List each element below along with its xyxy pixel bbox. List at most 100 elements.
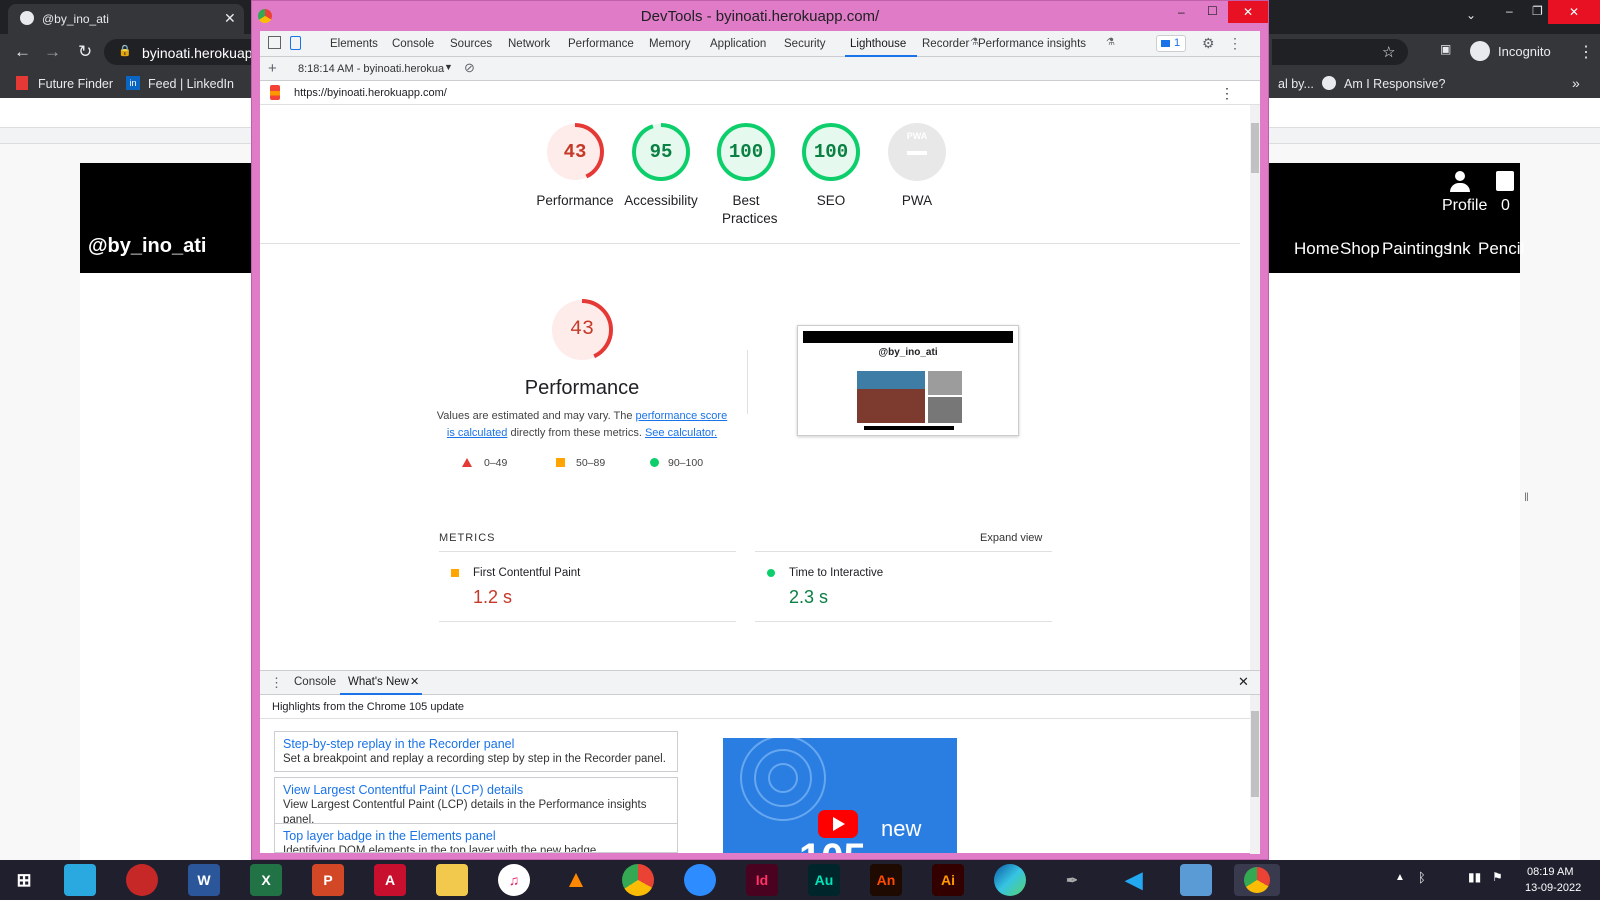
tab-lighthouse[interactable]: Lighthouse xyxy=(850,38,906,50)
close-tab-icon[interactable]: ✕ xyxy=(224,10,236,27)
tab-recorder[interactable]: Recorder xyxy=(922,38,969,50)
nav-paintings[interactable]: Paintings xyxy=(1382,239,1452,259)
bookmark-future-finder[interactable]: Future Finder xyxy=(38,77,113,91)
gauge-accessibility[interactable]: 95 xyxy=(631,122,691,182)
plus-icon[interactable]: + xyxy=(268,60,277,77)
clock-time[interactable]: 08:19 AM xyxy=(1527,866,1573,878)
taskbar-app-animate[interactable]: An xyxy=(870,864,902,896)
drawer-scrollbar-thumb[interactable] xyxy=(1251,711,1259,797)
star-icon[interactable]: ☆ xyxy=(1382,43,1395,61)
minimize-icon[interactable]: – xyxy=(1178,5,1185,19)
gear-icon[interactable]: ⚙ xyxy=(1202,35,1215,52)
drawer-menu-icon[interactable]: ⋮ xyxy=(270,675,283,691)
close-tab-icon[interactable]: ✕ xyxy=(410,675,419,688)
perf-score-link-2[interactable]: is calculated xyxy=(447,427,508,439)
tab-network[interactable]: Network xyxy=(508,38,550,50)
whats-new-card-1-title[interactable]: Step-by-step replay in the Recorder pane… xyxy=(283,736,669,752)
taskbar-app-explorer[interactable] xyxy=(436,864,468,896)
metric-fcp[interactable]: First Contentful Paint 1.2 s xyxy=(439,552,736,622)
tab-performance[interactable]: Performance xyxy=(568,38,634,50)
taskbar-app-edge[interactable] xyxy=(994,864,1026,896)
drawer-tab-console[interactable]: Console xyxy=(294,676,336,688)
gauge-performance[interactable]: 43 xyxy=(545,122,605,182)
whats-new-card-2-title[interactable]: View Largest Contentful Paint (LCP) deta… xyxy=(283,782,669,798)
clear-icon[interactable]: ⊘ xyxy=(464,60,475,76)
taskbar-app-zoom[interactable] xyxy=(684,864,716,896)
report-select[interactable]: 8:18:14 AM - byinoati.herokua xyxy=(298,63,444,75)
browser-tab[interactable]: @by_ino_ati ✕ xyxy=(8,4,244,34)
wifi-icon[interactable]: ▮▮ xyxy=(1468,870,1481,884)
clock-date[interactable]: 13-09-2022 xyxy=(1525,882,1581,894)
taskbar-app-acrobat[interactable]: A xyxy=(374,864,406,896)
tab-performance-insights[interactable]: Performance insights xyxy=(978,38,1086,50)
taskbar-app-illustrator[interactable]: Ai xyxy=(932,864,964,896)
taskbar-app-powerpoint[interactable]: P xyxy=(312,864,344,896)
see-calculator-link[interactable]: See calculator. xyxy=(645,427,717,439)
minimize-icon[interactable]: – xyxy=(1506,4,1513,18)
tray-chevron-icon[interactable]: ▲ xyxy=(1395,872,1405,883)
nav-shop[interactable]: Shop xyxy=(1340,239,1380,259)
maximize-icon[interactable]: ☐ xyxy=(1207,4,1218,18)
restore-icon[interactable]: ❐ xyxy=(1532,4,1543,18)
resize-grip-icon[interactable]: ‖ xyxy=(1524,490,1529,504)
play-button[interactable] xyxy=(818,810,858,838)
gauge-best-practices[interactable]: 100 xyxy=(716,122,776,182)
nav-ink[interactable]: Ink xyxy=(1448,239,1471,259)
address-bar-right[interactable]: ☆ xyxy=(1272,39,1408,65)
menu-icon[interactable]: ⋮ xyxy=(1578,42,1594,62)
final-screenshot[interactable]: @by_ino_ati xyxy=(797,325,1019,436)
bookmark-am-i-responsive[interactable]: Am I Responsive? xyxy=(1344,77,1445,91)
reload-icon[interactable]: ↻ xyxy=(78,42,92,62)
chevron-down-icon[interactable]: ⌄ xyxy=(1466,8,1476,22)
profile-icon[interactable] xyxy=(1450,171,1470,193)
site-brand[interactable]: @by_ino_ati xyxy=(88,235,206,258)
close-devtools-button[interactable]: ✕ xyxy=(1228,1,1268,23)
taskbar-app-word[interactable]: W xyxy=(188,864,220,896)
gauge-seo[interactable]: 100 xyxy=(801,122,861,182)
windows-start-icon[interactable]: ⊞ xyxy=(8,864,40,896)
tab-console[interactable]: Console xyxy=(392,38,434,50)
drawer-tab-whats-new[interactable]: What's New xyxy=(348,676,409,688)
taskbar-app-excel[interactable]: X xyxy=(250,864,282,896)
back-icon[interactable]: ← xyxy=(14,42,31,62)
bookmark-truncated[interactable]: al by... xyxy=(1278,77,1314,91)
taskbar-app-audition[interactable]: Au xyxy=(808,864,840,896)
bluetooth-icon[interactable]: ᛒ xyxy=(1418,870,1426,885)
taskbar-app-chrome-active[interactable] xyxy=(1234,864,1280,896)
address-bar[interactable]: 🔒 byinoati.herokuap xyxy=(104,39,253,65)
inspect-icon[interactable] xyxy=(268,36,281,49)
taskbar-app-vscode[interactable]: ◀ xyxy=(1118,864,1150,896)
profile-label[interactable]: Profile xyxy=(1442,197,1487,215)
taskbar-app-pen[interactable]: ✒ xyxy=(1056,864,1088,896)
tab-security[interactable]: Security xyxy=(784,38,826,50)
forward-icon[interactable]: → xyxy=(44,42,61,62)
taskbar-app-vlc[interactable]: ▲ xyxy=(560,864,592,896)
drawer-scrollbar[interactable] xyxy=(1250,695,1260,854)
device-toggle-icon[interactable] xyxy=(290,36,301,50)
report-url[interactable]: https://byinoati.herokuapp.com/ xyxy=(294,87,447,99)
nav-pencil[interactable]: Pencil xyxy=(1478,239,1524,259)
taskbar-app-redbug[interactable] xyxy=(126,864,158,896)
close-drawer-icon[interactable]: ✕ xyxy=(1238,674,1249,690)
more-bookmarks-icon[interactable]: » xyxy=(1572,75,1580,91)
tab-sources[interactable]: Sources xyxy=(450,38,492,50)
expand-view-button[interactable]: Expand view xyxy=(980,532,1042,544)
taskbar-app-chrome[interactable] xyxy=(622,864,654,896)
issues-badge[interactable]: 1 xyxy=(1156,35,1186,52)
taskbar-app-sync[interactable] xyxy=(64,864,96,896)
nav-home[interactable]: Home xyxy=(1294,239,1339,259)
bookmark-linkedin[interactable]: Feed | LinkedIn xyxy=(148,77,234,91)
metric-tti[interactable]: Time to Interactive 2.3 s xyxy=(755,552,1052,622)
tab-memory[interactable]: Memory xyxy=(649,38,691,50)
report-menu-icon[interactable]: ⋮ xyxy=(1220,85,1234,102)
taskbar-app-photos[interactable] xyxy=(1180,864,1212,896)
perf-score-link[interactable]: performance score xyxy=(636,410,728,422)
sidepanel-icon[interactable]: ▣ xyxy=(1440,42,1451,56)
scrollbar-thumb[interactable] xyxy=(1251,123,1259,173)
whats-new-video[interactable]: new 105 xyxy=(723,738,957,853)
tab-application[interactable]: Application xyxy=(710,38,766,50)
more-options-icon[interactable]: ⋮ xyxy=(1228,35,1242,52)
whats-new-card-1[interactable]: Step-by-step replay in the Recorder pane… xyxy=(274,731,678,772)
tab-elements[interactable]: Elements xyxy=(330,38,378,50)
taskbar-app-itunes[interactable]: ♫ xyxy=(498,864,530,896)
